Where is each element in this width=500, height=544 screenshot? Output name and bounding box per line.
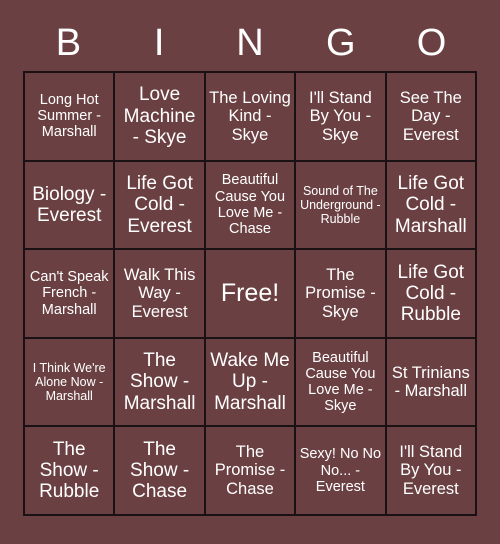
bingo-cell-label: Life Got Cold - Everest <box>126 172 193 237</box>
bingo-cell[interactable]: I Think We're Alone Now - Marshall <box>25 338 116 428</box>
bingo-cell-label: The Show - Chase <box>130 438 190 503</box>
bingo-cell-label: The Promise - Skye <box>305 265 376 321</box>
bingo-cell[interactable]: Love Machine - Skye <box>115 73 206 162</box>
header-letter-b: B <box>55 22 82 64</box>
bingo-cell-label: Wake Me Up - Marshall <box>210 350 290 414</box>
bingo-cell[interactable]: Sexy! No No No... - Everest <box>296 427 387 516</box>
bingo-cell[interactable]: The Show - Chase <box>115 427 206 516</box>
bingo-cell[interactable]: Walk This Way - Everest <box>115 250 206 339</box>
bingo-cell-label: The Show - Marshall <box>123 350 196 414</box>
bingo-cell[interactable]: The Show - Marshall <box>115 338 206 428</box>
bingo-cell-label: Walk This Way - Everest <box>123 265 196 321</box>
bingo-cell-label: Beautiful Cause You Love Me - Chase <box>214 172 286 238</box>
bingo-cell[interactable]: I'll Stand By You - Skye <box>296 73 387 162</box>
bingo-cell-label: Love Machine - Skye <box>123 84 196 148</box>
bingo-cell-label: Long Hot Summer - Marshall <box>37 91 102 141</box>
bingo-cell-label: I'll Stand By You - Everest <box>399 442 463 498</box>
header-letter-i: I <box>153 22 165 64</box>
bingo-cell[interactable]: Life Got Cold - Marshall <box>386 161 477 251</box>
bingo-cell[interactable]: See The Day - Everest <box>386 73 477 162</box>
bingo-cell[interactable]: Life Got Cold - Rubble <box>386 250 477 339</box>
bingo-cell-label: Free! <box>220 279 280 308</box>
header-letter-g: G <box>326 22 356 64</box>
bingo-cell[interactable]: Life Got Cold - Everest <box>115 161 206 251</box>
bingo-cell[interactable]: Wake Me Up - Marshall <box>205 338 297 428</box>
bingo-cell[interactable]: Beautiful Cause You Love Me - Chase <box>205 161 297 251</box>
bingo-cell-label: Beautiful Cause You Love Me - Skye <box>305 349 376 415</box>
bingo-cell-label: I'll Stand By You - Skye <box>309 88 372 144</box>
bingo-cell[interactable]: The Promise - Chase <box>205 427 297 516</box>
bingo-cell[interactable]: Can't Speak French - Marshall <box>25 250 116 339</box>
bingo-cell[interactable]: The Show - Rubble <box>25 427 116 516</box>
bingo-cell-label: I Think We're Alone Now - Marshall <box>32 361 106 404</box>
bingo-cell-label: St Trinians - Marshall <box>391 363 470 401</box>
bingo-cell[interactable]: Biology - Everest <box>25 161 116 251</box>
bingo-cell-label: See The Day - Everest <box>399 88 462 144</box>
bingo-card: B I N G O Long Hot Summer - Marshall Lov… <box>0 0 500 544</box>
header-letter-o: O <box>416 22 447 64</box>
bingo-cell-label: Life Got Cold - Marshall <box>394 172 467 237</box>
bingo-cell[interactable]: I'll Stand By You - Everest <box>386 427 477 516</box>
bingo-header: B I N G O <box>23 18 477 68</box>
bingo-cell[interactable]: Beautiful Cause You Love Me - Skye <box>296 338 387 428</box>
bingo-cell[interactable]: The Loving Kind - Skye <box>205 73 297 162</box>
bingo-cell-label: The Promise - Chase <box>214 442 286 498</box>
bingo-cell-free[interactable]: Free! <box>205 250 297 339</box>
bingo-cell-label: Sound of The Underground - Rubble <box>300 183 381 226</box>
bingo-cell-label: The Show - Rubble <box>39 438 100 503</box>
bingo-cell-label: Sexy! No No No... - Everest <box>299 446 382 495</box>
bingo-cell[interactable]: The Promise - Skye <box>296 250 387 339</box>
header-letter-n: N <box>236 22 264 64</box>
bingo-grid: Long Hot Summer - Marshall Love Machine … <box>23 71 477 516</box>
bingo-cell[interactable]: Long Hot Summer - Marshall <box>25 73 116 162</box>
bingo-cell-label: Life Got Cold - Rubble <box>397 261 465 326</box>
bingo-cell-label: The Loving Kind - Skye <box>209 88 291 144</box>
bingo-cell-label: Biology - Everest <box>32 183 107 226</box>
bingo-cell[interactable]: Sound of The Underground - Rubble <box>296 161 387 251</box>
bingo-cell-label: Can't Speak French - Marshall <box>29 269 109 318</box>
bingo-cell[interactable]: St Trinians - Marshall <box>386 338 477 428</box>
